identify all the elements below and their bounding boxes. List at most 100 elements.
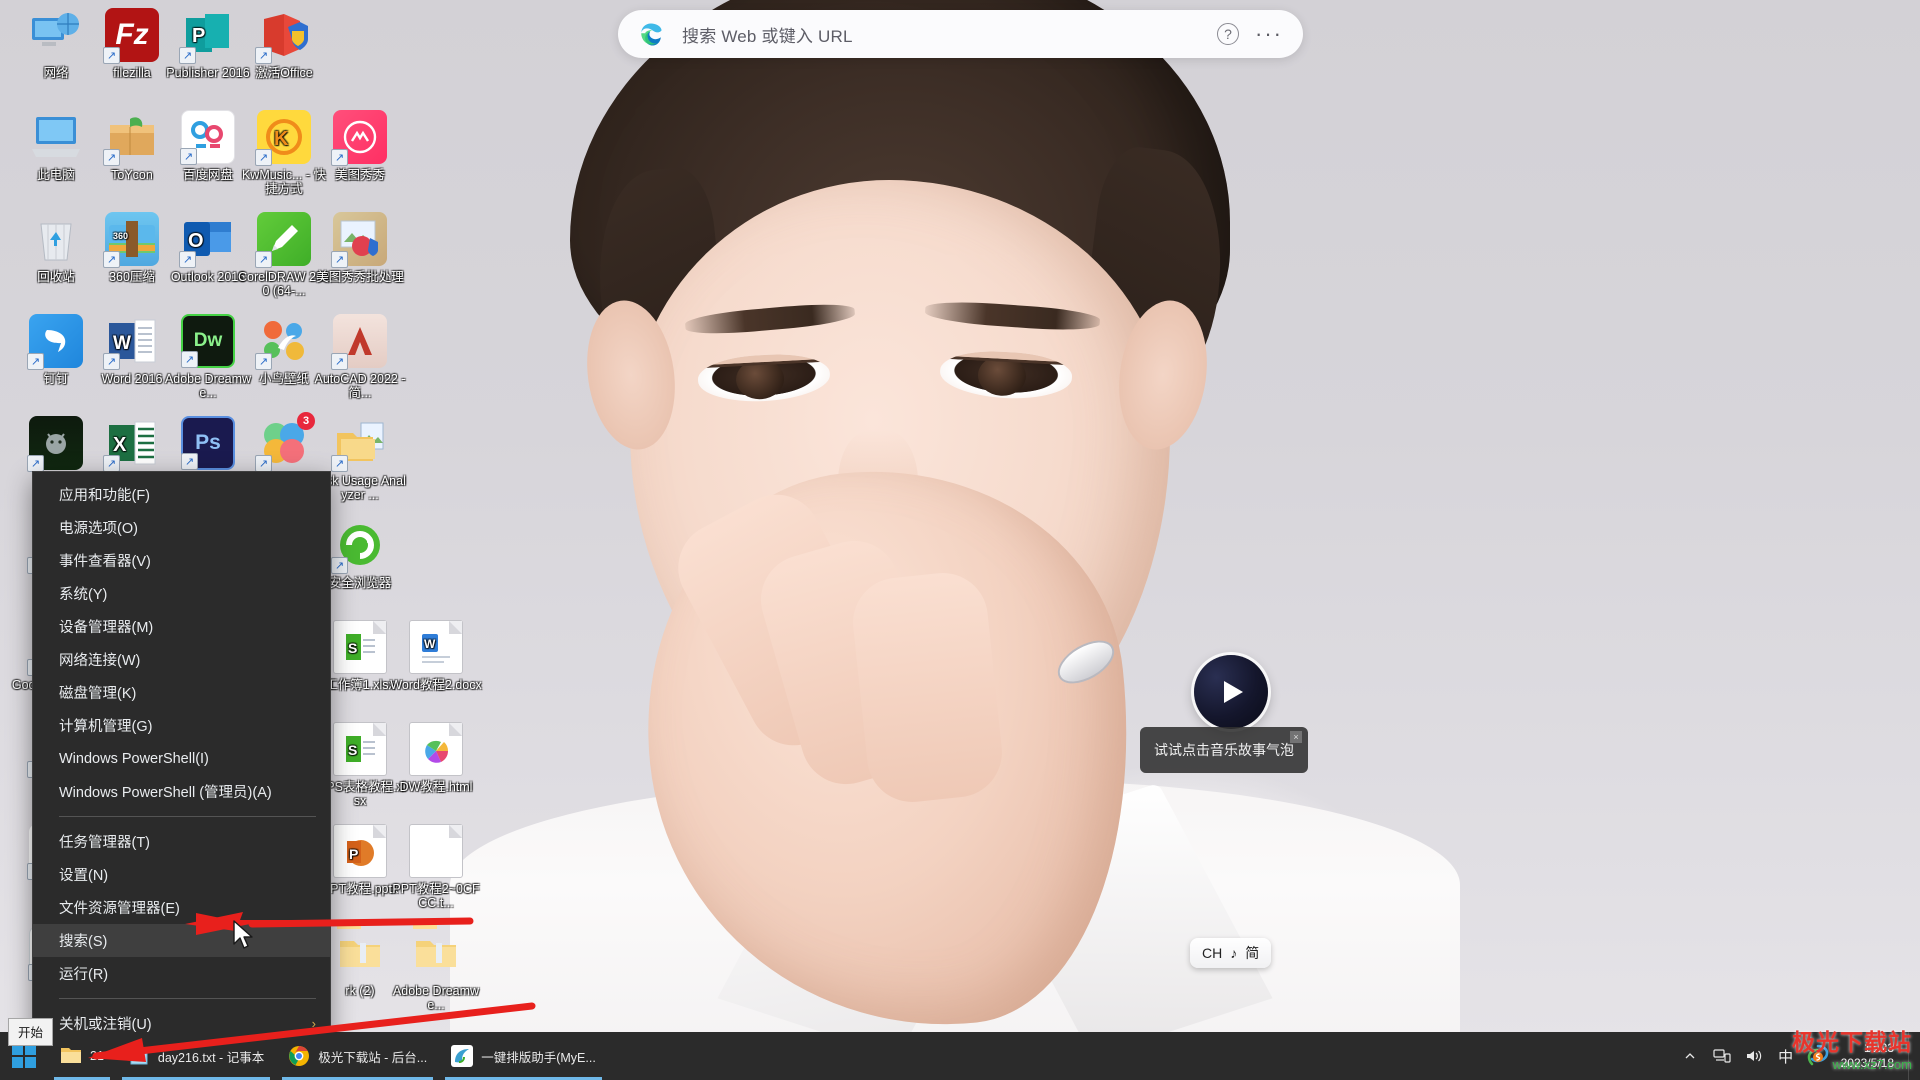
winx-menu-item[interactable]: 计算机管理(G) [33,709,330,742]
shortcut-arrow-icon: ↗ [103,353,120,370]
filezilla-icon: Fz ↗ [103,8,159,64]
winx-menu-item[interactable]: 文件资源管理器(E) [33,891,330,924]
edge-icon [641,23,662,46]
winx-menu-item[interactable]: Windows PowerShell(I) [33,742,330,775]
winx-menu-item-label: 应用和功能(F) [59,488,151,504]
winx-menu-item-label: 网络连接(W) [59,653,141,669]
desktop-icon-label: Adobe Dreamwe... [392,984,480,1012]
coreldraw-icon: ↗ [255,212,311,268]
network-tray-icon[interactable] [1707,1032,1737,1080]
docx-file-icon: W [409,620,463,674]
android-messages-icon: ↗ [27,416,83,472]
winx-menu-item[interactable]: 设置(N) [33,858,330,891]
winx-menu-item-label: 事件查看器(V) [59,554,151,570]
outlook-icon: O ↗ [179,212,235,268]
watermark-url: www.xz7.com [1832,1057,1912,1072]
svg-text:W: W [113,333,131,354]
more-options-icon[interactable]: ··· [1255,23,1283,45]
ime-mode-label[interactable]: CH [1202,945,1222,961]
desktop-icon-label: PPT教程2~0CFCC.t... [392,882,480,910]
taskbar-task[interactable]: 一键排版助手(MyE... [439,1032,608,1080]
disk-usage-analyzer-icon: ↗ [331,416,387,472]
folder-icon [333,921,387,980]
winx-menu-item[interactable]: 应用和功能(F) [33,478,330,511]
music-story-bubble[interactable] [1194,655,1268,729]
music-bubble-tooltip-text: 试试点击音乐故事气泡 [1154,742,1294,758]
html-file-icon [409,722,463,776]
winx-power-user-menu[interactable]: 应用和功能(F) 电源选项(O) 事件查看器(V) 系统(Y) 设备管理器(M) 网络连接… [33,472,330,1077]
desktop-icon[interactable]: ↗ AutoCAD 2022 - 简... [312,314,408,400]
taskbar-task-label: 21 [90,1049,104,1063]
chevron-up-icon[interactable] [1675,1032,1705,1080]
winx-menu-item-label: 文件资源管理器(E) [59,901,180,917]
desktop-icon[interactable]: W Word教程2.docx [388,620,484,692]
recycle-bin-icon [29,212,83,266]
winx-menu-item[interactable]: 系统(Y) [33,577,330,610]
winx-menu-item-label: 电源选项(O) [59,521,138,537]
shortcut-arrow-icon: ↗ [103,251,120,268]
winx-menu-item[interactable]: 运行(R) [33,957,330,990]
winx-menu-item[interactable]: 网络连接(W) [33,643,330,676]
winx-menu-item[interactable]: 磁盘管理(K) [33,676,330,709]
xlsx-file-icon: S [333,722,387,776]
portrait-finger-3 [848,568,1007,807]
typeset-helper-icon [451,1045,474,1067]
watermark-title: 极光下载站 [1792,1029,1912,1055]
winx-menu-item-label: Windows PowerShell (管理员)(A) [59,785,272,801]
meitu-icon: ↗ [331,110,387,166]
edge-search-placeholder[interactable]: 搜索 Web 或键入 URL [682,22,1207,47]
winx-menu-item-label: 运行(R) [59,967,109,983]
winx-menu-item[interactable]: Windows PowerShell (管理员)(A) [33,775,330,808]
bird-wallpaper-icon: ↗ [255,314,311,370]
taskbar: 21 day216.txt - 记事本 极光下载站 - 后台... 一键排版助手(My… [0,1032,1920,1080]
winx-menu-item[interactable]: 电源选项(O) [33,511,330,544]
taskbar-task[interactable]: 21 [48,1032,116,1080]
shortcut-arrow-icon: ↗ [255,455,272,472]
svg-text:S: S [348,742,357,758]
winx-menu-item[interactable]: 事件查看器(V) [33,544,330,577]
folder-icon [409,921,463,980]
photoshop-icon: Ps ↗ [181,416,235,470]
svg-text:P: P [192,25,205,47]
shortcut-arrow-icon: ↗ [103,47,120,64]
shortcut-arrow-icon: ↗ [180,148,197,165]
desktop-icon[interactable]: ↗ 激活Office [236,8,332,80]
desktop-icon[interactable]: DW教程.html [388,722,484,794]
desktop-icon[interactable]: ↗ 美图秀秀批处理 [312,212,408,284]
autocad-icon: ↗ [331,314,387,370]
svg-text:360: 360 [113,231,128,241]
winx-menu-item[interactable]: 搜索(S) [33,924,330,957]
close-icon[interactable]: × [1290,731,1302,743]
ime-floating-bar[interactable]: CH ♪ 简 [1190,938,1272,968]
music-note-icon[interactable]: ♪ [1230,945,1237,961]
desktop-icon-label: AutoCAD 2022 - 简... [314,372,406,400]
dreamweaver-icon: Dw ↗ [181,314,235,368]
menu-separator [59,998,316,999]
desktop-icon-label: 美图秀秀批处理 [316,270,404,284]
desktop-icon-label: 美图秀秀 [334,168,385,182]
edge-search-widget[interactable]: 搜索 Web 或键入 URL ? ··· [618,10,1303,58]
svg-text:S: S [348,640,357,656]
desktop-icon[interactable]: ↗ 美图秀秀 [312,110,408,182]
taskbar-task-label: 一键排版助手(MyE... [481,1050,596,1065]
winx-menu-item[interactable]: 设备管理器(M) [33,610,330,643]
notepad-icon [128,1045,150,1067]
volume-icon[interactable] [1739,1032,1769,1080]
winx-menu-item-label: 设置(N) [59,868,109,884]
desktop-icon-label: Word教程2.docx [390,678,482,692]
safe-browser-icon: ↗ [331,518,387,574]
taskbar-task[interactable]: 极光下载站 - 后台... [276,1032,439,1080]
wallpaper-portrait [450,0,1470,1080]
help-icon[interactable]: ? [1217,23,1240,45]
ime-shape-label[interactable]: 简 [1245,943,1259,963]
taskbar-task[interactable]: day216.txt - 记事本 [116,1032,276,1080]
word-icon: W ↗ [103,314,159,370]
kwmusic-icon: K ↗ [255,110,311,166]
desktop-icon[interactable]: PPT教程2~0CFCC.t... [388,824,484,910]
shortcut-arrow-icon: ↗ [331,251,348,268]
activate-office-icon: ↗ [255,8,311,64]
svg-text:K: K [274,128,289,150]
chevron-right-icon: › [311,1016,316,1031]
winx-menu-item[interactable]: 任务管理器(T) [33,825,330,858]
desktop-icon[interactable]: Adobe Dreamwe... [388,921,484,1012]
